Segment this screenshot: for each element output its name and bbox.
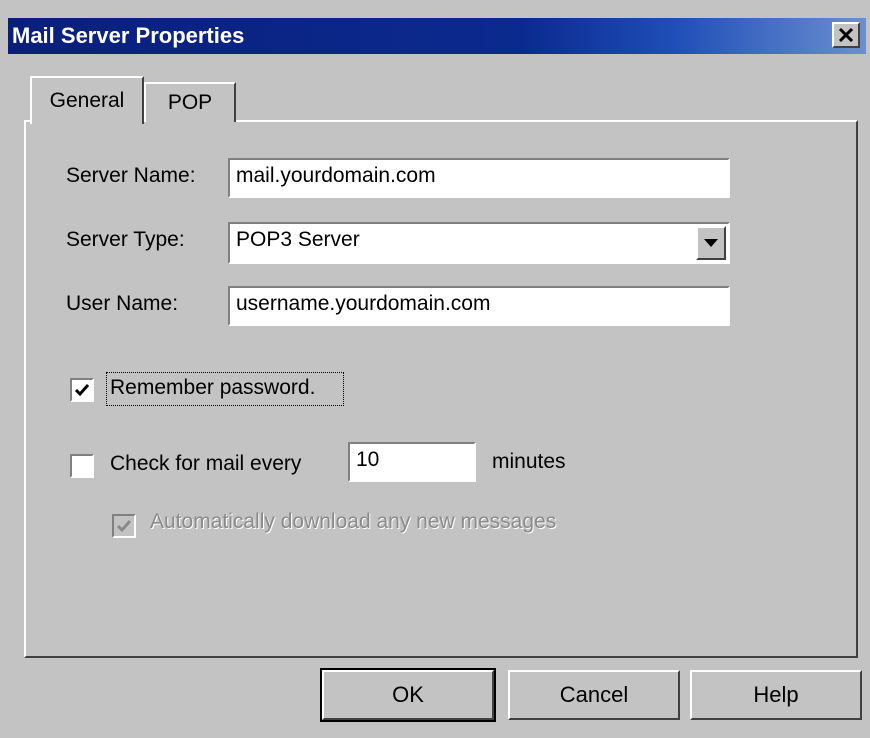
help-button[interactable]: Help bbox=[690, 670, 862, 720]
auto-download-label: Automatically download any new messages bbox=[150, 510, 557, 533]
server-name-field[interactable]: mail.yourdomain.com bbox=[228, 158, 730, 198]
tab-pop-label: POP bbox=[167, 91, 213, 114]
check-icon bbox=[74, 384, 90, 397]
server-type-label: Server Type: bbox=[66, 228, 185, 251]
close-button[interactable] bbox=[832, 22, 860, 48]
check-mail-interval-value: 10 bbox=[356, 448, 380, 471]
user-name-label: User Name: bbox=[66, 292, 179, 315]
server-name-value: mail.yourdomain.com bbox=[236, 164, 436, 187]
user-name-field[interactable]: username.yourdomain.com bbox=[228, 286, 730, 326]
ok-button-label: OK bbox=[392, 682, 424, 707]
server-type-select[interactable]: POP3 Server bbox=[228, 222, 730, 264]
tab-pop[interactable]: POP bbox=[144, 82, 236, 122]
server-name-label: Server Name: bbox=[66, 164, 196, 187]
check-mail-interval-field[interactable]: 10 bbox=[348, 442, 476, 482]
user-name-value: username.yourdomain.com bbox=[236, 292, 491, 315]
check-icon bbox=[116, 520, 132, 533]
help-button-label: Help bbox=[753, 682, 799, 707]
remember-password-checkbox[interactable] bbox=[70, 378, 94, 402]
check-mail-checkbox[interactable] bbox=[70, 454, 94, 478]
remember-password-label[interactable]: Remember password. bbox=[110, 376, 315, 400]
chevron-down-icon bbox=[704, 239, 718, 247]
cancel-button[interactable]: Cancel bbox=[508, 670, 680, 720]
auto-download-checkbox[interactable] bbox=[112, 514, 136, 538]
minutes-label: minutes bbox=[492, 450, 566, 473]
title-bar[interactable]: Mail Server Properties bbox=[8, 18, 866, 54]
check-mail-label[interactable]: Check for mail every bbox=[110, 452, 301, 476]
close-icon bbox=[838, 28, 854, 42]
server-type-dropdown-button[interactable] bbox=[696, 226, 726, 260]
mail-server-properties-dialog: Mail Server Properties General POP Serve… bbox=[0, 0, 870, 738]
window-title: Mail Server Properties bbox=[12, 23, 245, 48]
tab-general-label: General bbox=[49, 89, 125, 112]
ok-button[interactable]: OK bbox=[320, 668, 496, 722]
server-type-value: POP3 Server bbox=[236, 228, 360, 251]
tab-general[interactable]: General bbox=[30, 76, 144, 124]
cancel-button-label: Cancel bbox=[559, 682, 629, 707]
